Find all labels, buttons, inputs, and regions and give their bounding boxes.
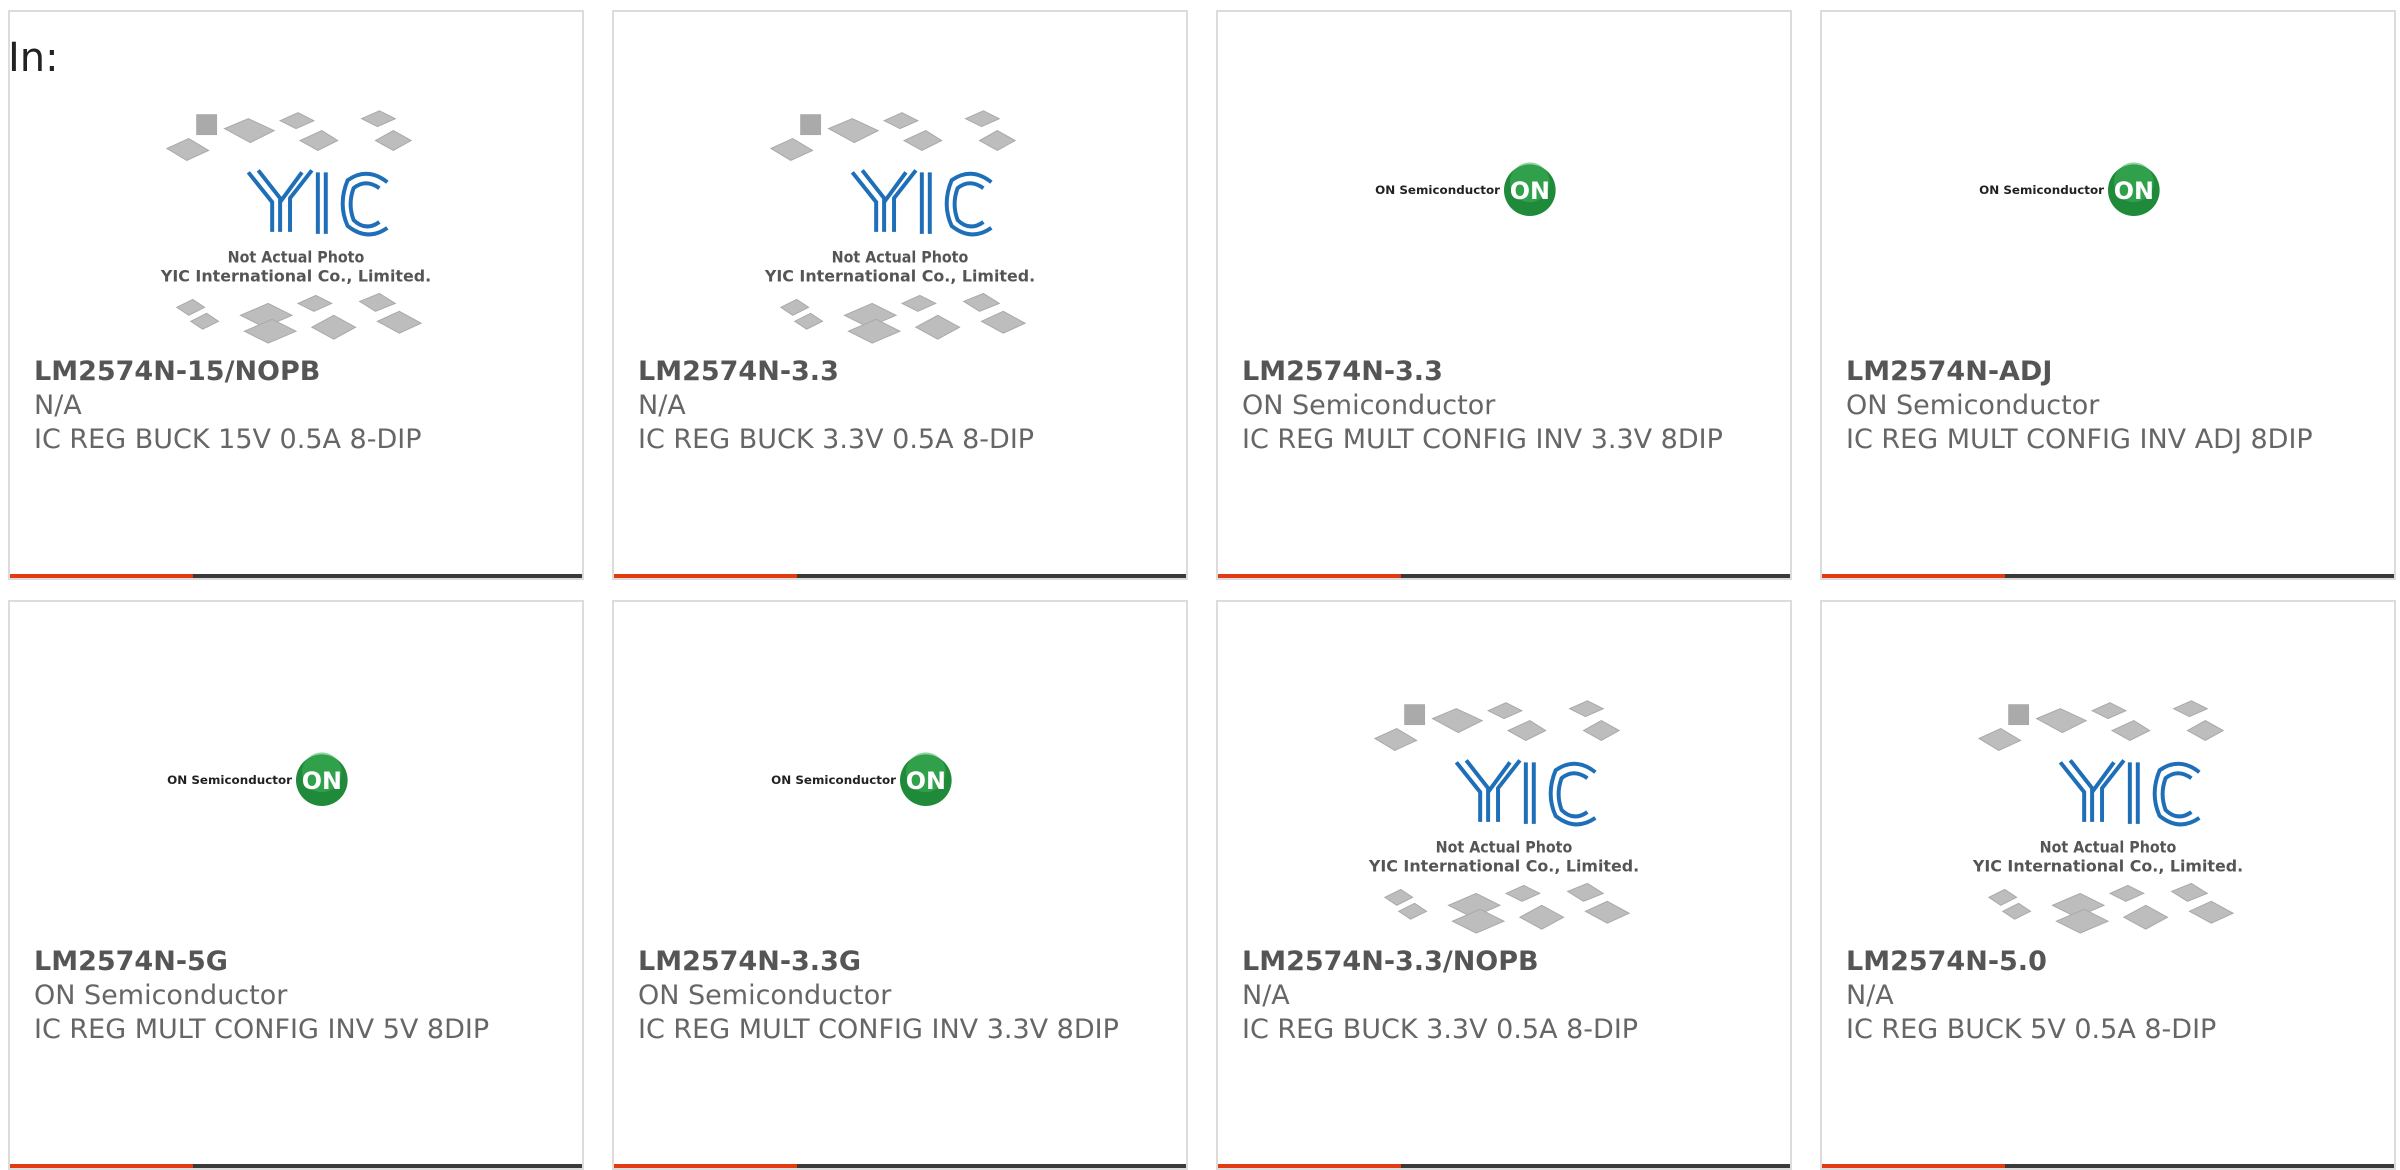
product-card[interactable]: ON Semiconductor ON LM2574N-5G ON Semicon…: [8, 600, 584, 1170]
part-number-link[interactable]: LM2574N-3.3: [1242, 355, 1770, 389]
product-image[interactable]: ON Semiconductor ON: [614, 672, 1186, 942]
product-image[interactable]: ON Semiconductor ON: [10, 672, 582, 942]
card-footer-bar: [1822, 1164, 2394, 1168]
product-image[interactable]: Not Actual Photo YIC International Co., …: [614, 82, 1186, 352]
product-description: IC REG BUCK 3.3V 0.5A 8-DIP: [1242, 1014, 1639, 1045]
placeholder-line-1: Not Actual Photo: [2040, 838, 2177, 857]
product-description: IC REG MULT CONFIG INV ADJ 8DIP: [1846, 424, 2313, 455]
card-footer-bar: [10, 574, 582, 578]
not-actual-photo-image: Not Actual Photo YIC International Co., …: [160, 110, 431, 344]
product-image[interactable]: ON Semiconductor ON: [1218, 82, 1790, 352]
on-semiconductor-wordmark: ON Semiconductor: [167, 773, 292, 787]
not-actual-photo-image: Not Actual Photo YIC International Co., …: [764, 110, 1035, 344]
product-description: IC REG MULT CONFIG INV 3.3V 8DIP: [1242, 424, 1723, 455]
card-footer-accent: [10, 574, 193, 578]
placeholder-line-1: Not Actual Photo: [1436, 838, 1573, 857]
placeholder-line-2: YIC International Co., Limited.: [160, 267, 431, 286]
card-footer-bar: [614, 1164, 1186, 1168]
product-info: LM2574N-ADJ ON Semiconductor IC REG MULT C…: [1846, 355, 2374, 457]
product-info: LM2574N-15/NOPB N/A IC REG BUCK 15V 0.5A 8…: [34, 355, 562, 457]
card-footer-bar: [1218, 1164, 1790, 1168]
product-image[interactable]: Not Actual Photo YIC International Co., …: [1822, 672, 2394, 942]
placeholder-line-2: YIC International Co., Limited.: [1368, 857, 1639, 876]
product-card[interactable]: ON Semiconductor ON LM2574N-ADJ ON Semico…: [1820, 10, 2396, 580]
card-footer-accent: [1218, 574, 1401, 578]
on-semiconductor-wordmark: ON Semiconductor: [1375, 183, 1500, 197]
card-footer-accent: [1218, 1164, 1401, 1168]
on-badge-text: ON: [302, 767, 342, 795]
placeholder-line-1: Not Actual Photo: [228, 248, 365, 267]
product-card[interactable]: Not Actual Photo YIC International Co., …: [1216, 600, 1792, 1170]
part-number-link[interactable]: LM2574N-5G: [34, 945, 562, 979]
product-card[interactable]: Not Actual Photo YIC International Co., …: [1820, 600, 2396, 1170]
card-footer-accent: [614, 574, 797, 578]
product-card[interactable]: Not Actual Photo YIC International Co., …: [612, 10, 1188, 580]
card-footer-bar: [614, 574, 1186, 578]
card-footer-bar: [1218, 574, 1790, 578]
on-badge-text: ON: [1510, 177, 1550, 205]
not-actual-photo-image: Not Actual Photo YIC International Co., …: [1972, 700, 2243, 934]
placeholder-line-2: YIC International Co., Limited.: [764, 267, 1035, 286]
product-card[interactable]: ON Semiconductor ON LM2574N-3.3G ON Semic…: [612, 600, 1188, 1170]
part-number-link[interactable]: LM2574N-ADJ: [1846, 355, 2374, 389]
product-image[interactable]: Not Actual Photo YIC International Co., …: [10, 82, 582, 352]
manufacturer: N/A: [34, 390, 82, 421]
card-footer-accent: [614, 1164, 797, 1168]
on-badge-text: ON: [2114, 177, 2154, 205]
product-info: LM2574N-3.3G ON Semiconductor IC REG MULT …: [638, 945, 1166, 1047]
manufacturer: ON Semiconductor: [34, 980, 288, 1011]
manufacturer: N/A: [1846, 980, 1894, 1011]
product-info: LM2574N-5G ON Semiconductor IC REG MULT CO…: [34, 945, 562, 1047]
part-number-link[interactable]: LM2574N-15/NOPB: [34, 355, 562, 389]
product-info: LM2574N-3.3 ON Semiconductor IC REG MULT C…: [1242, 355, 1770, 457]
product-description: IC REG BUCK 15V 0.5A 8-DIP: [34, 424, 422, 455]
manufacturer: N/A: [1242, 980, 1290, 1011]
on-semiconductor-wordmark: ON Semiconductor: [1979, 183, 2104, 197]
product-description: IC REG MULT CONFIG INV 5V 8DIP: [34, 1014, 490, 1045]
product-image[interactable]: ON Semiconductor ON: [1822, 82, 2394, 352]
product-description: IC REG MULT CONFIG INV 3.3V 8DIP: [638, 1014, 1119, 1045]
manufacturer: ON Semiconductor: [1846, 390, 2100, 421]
product-image[interactable]: Not Actual Photo YIC International Co., …: [1218, 672, 1790, 942]
placeholder-line-2: YIC International Co., Limited.: [1972, 857, 2243, 876]
product-info: LM2574N-5.0 N/A IC REG BUCK 5V 0.5A 8-DIP: [1846, 945, 2374, 1047]
card-footer-accent: [1822, 574, 2005, 578]
on-semiconductor-logo: ON Semiconductor ON: [1979, 162, 2160, 217]
on-semiconductor-logo: ON Semiconductor ON: [167, 752, 348, 807]
product-info: LM2574N-3.3/NOPB N/A IC REG BUCK 3.3V 0.5A…: [1242, 945, 1770, 1047]
part-number-link[interactable]: LM2574N-3.3G: [638, 945, 1166, 979]
product-card[interactable]: Not Actual Photo YIC International Co., …: [8, 10, 584, 580]
product-description: IC REG BUCK 3.3V 0.5A 8-DIP: [638, 424, 1035, 455]
card-footer-bar: [1822, 574, 2394, 578]
manufacturer: ON Semiconductor: [638, 980, 892, 1011]
card-footer-accent: [1822, 1164, 2005, 1168]
part-number-link[interactable]: LM2574N-3.3: [638, 355, 1166, 389]
placeholder-line-1: Not Actual Photo: [832, 248, 969, 267]
card-footer-accent: [10, 1164, 193, 1168]
manufacturer: N/A: [638, 390, 686, 421]
product-card[interactable]: ON Semiconductor ON LM2574N-3.3 ON Semico…: [1216, 10, 1792, 580]
filter-label: In:: [8, 35, 59, 81]
manufacturer: ON Semiconductor: [1242, 390, 1496, 421]
not-actual-photo-image: Not Actual Photo YIC International Co., …: [1368, 700, 1639, 934]
on-semiconductor-logo: ON Semiconductor ON: [1375, 162, 1556, 217]
on-badge-text: ON: [906, 767, 946, 795]
card-footer-bar: [10, 1164, 582, 1168]
product-description: IC REG BUCK 5V 0.5A 8-DIP: [1846, 1014, 2217, 1045]
on-semiconductor-logo: ON Semiconductor ON: [771, 752, 952, 807]
part-number-link[interactable]: LM2574N-3.3/NOPB: [1242, 945, 1770, 979]
part-number-link[interactable]: LM2574N-5.0: [1846, 945, 2374, 979]
product-info: LM2574N-3.3 N/A IC REG BUCK 3.3V 0.5A 8-DI…: [638, 355, 1166, 457]
on-semiconductor-wordmark: ON Semiconductor: [771, 773, 896, 787]
